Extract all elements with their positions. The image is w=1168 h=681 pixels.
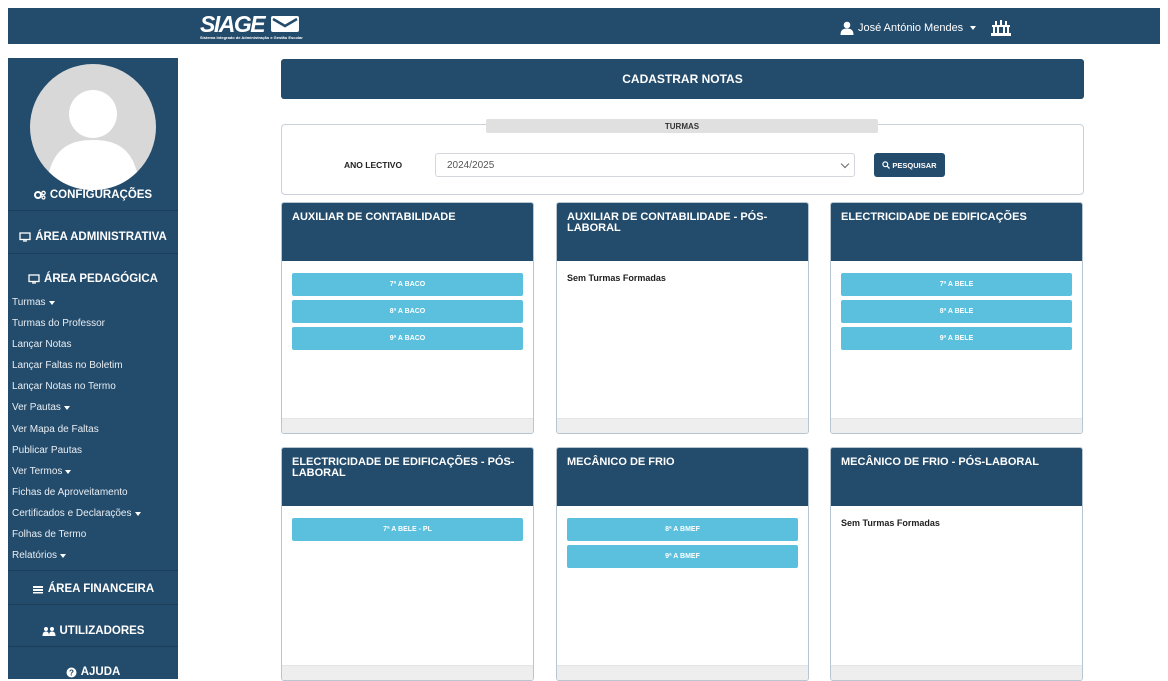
sidebar-link-publicar-pautas[interactable]: Publicar Pautas: [12, 445, 82, 456]
money-icon: [32, 586, 43, 594]
sidebar-heading-ajuda[interactable]: ? AJUDA: [8, 665, 178, 679]
sidebar-heading-configuracoes[interactable]: CONFIGURAÇÕES: [8, 188, 178, 202]
divider: [8, 646, 178, 647]
divider: [8, 604, 178, 605]
ano-lectivo-label: ANO LECTIVO: [344, 160, 403, 170]
course-card: ELECTRICIDADE DE EDIFICAÇÕES 7ª A BELE 8…: [830, 202, 1083, 434]
top-navbar: SIAGE Sistema Integrado de Administração…: [8, 8, 1160, 44]
divider: [8, 253, 178, 254]
chevron-down-icon: [60, 553, 67, 558]
sidebar-heading-pedagogica[interactable]: ÁREA PEDAGÓGICA: [8, 272, 178, 286]
sidebar-link-lancar-faltas-boletim[interactable]: Lançar Faltas no Boletim: [12, 360, 123, 371]
chevron-down-icon: [970, 26, 977, 30]
card-footer: [282, 418, 533, 433]
help-icon: ?: [66, 667, 77, 677]
turma-button[interactable]: 8ª A BACO: [292, 300, 523, 323]
user-name: José António Mendes: [858, 22, 964, 34]
sidebar-link-ver-pautas[interactable]: Ver Pautas: [12, 402, 70, 413]
sidebar: CONFIGURAÇÕES ÁREA ADMINISTRATIVA ÁREA P…: [8, 58, 178, 679]
course-title: MECÂNICO DE FRIO - PÓS-LABORAL: [831, 448, 1082, 506]
chevron-down-icon: [63, 405, 70, 410]
course-card: MECÂNICO DE FRIO 8ª A BMEF 9ª A BMEF: [556, 447, 809, 681]
sidebar-link-fichas-aproveitamento[interactable]: Fichas de Aproveitamento: [12, 487, 128, 498]
empty-turmas-text: Sem Turmas Formadas: [567, 273, 666, 283]
users-icon: [42, 627, 55, 636]
sidebar-heading-utilizadores[interactable]: UTILIZADORES: [8, 624, 178, 638]
turma-button[interactable]: 7ª A BELE - PL: [292, 518, 523, 541]
search-icon: [882, 161, 891, 169]
chevron-down-icon: [65, 469, 72, 474]
logo-text: SIAGE: [200, 11, 266, 37]
chevron-down-icon: [840, 159, 850, 169]
turma-button[interactable]: 9ª A BMEF: [567, 545, 798, 568]
card-footer: [557, 665, 808, 680]
monitor-icon: [28, 274, 40, 284]
school-icon[interactable]: [990, 19, 1012, 37]
turma-button[interactable]: 8ª A BMEF: [567, 518, 798, 541]
course-title: MECÂNICO DE FRIO: [557, 448, 808, 506]
mail-logo-icon: [271, 16, 299, 32]
sidebar-link-relatorios[interactable]: Relatórios: [12, 550, 67, 561]
card-footer: [557, 418, 808, 433]
turma-button[interactable]: 8ª A BELE: [841, 300, 1072, 323]
sidebar-link-mapa-faltas[interactable]: Ver Mapa de Faltas: [12, 424, 99, 435]
empty-turmas-text: Sem Turmas Formadas: [841, 518, 940, 528]
filter-section-label: TURMAS: [486, 119, 878, 133]
turma-button[interactable]: 9ª A BACO: [292, 327, 523, 350]
card-footer: [831, 418, 1082, 433]
course-card: AUXILIAR DE CONTABILIDADE 7ª A BACO 8ª A…: [281, 202, 534, 434]
card-footer: [282, 665, 533, 680]
sidebar-link-certificados[interactable]: Certificados e Declarações: [12, 508, 141, 519]
sidebar-link-turmas[interactable]: Turmas: [12, 297, 55, 308]
card-footer: [831, 665, 1082, 680]
sidebar-link-ver-termos[interactable]: Ver Termos: [12, 466, 72, 477]
filter-panel: TURMAS ANO LECTIVO 2024/2025 PESQUISAR: [281, 119, 1084, 195]
course-card: ELECTRICIDADE DE EDIFICAÇÕES - PÓS-LABOR…: [281, 447, 534, 681]
gears-icon: [33, 190, 46, 200]
turma-button[interactable]: 7ª A BELE: [841, 273, 1072, 296]
course-title: AUXILIAR DE CONTABILIDADE: [282, 203, 533, 261]
divider: [8, 570, 178, 571]
course-title: ELECTRICIDADE DE EDIFICAÇÕES - PÓS-LABOR…: [282, 448, 533, 506]
chevron-down-icon: [134, 511, 141, 516]
sidebar-link-lancar-notas-termo[interactable]: Lançar Notas no Termo: [12, 381, 116, 392]
logo-subtitle: Sistema Integrado de Administração e Ges…: [200, 35, 303, 40]
ano-lectivo-select[interactable]: 2024/2025: [435, 153, 855, 177]
sidebar-link-turmas-professor[interactable]: Turmas do Professor: [12, 318, 105, 329]
course-title: AUXILIAR DE CONTABILIDADE - PÓS-LABORAL: [557, 203, 808, 261]
turma-button[interactable]: 7ª A BACO: [292, 273, 523, 296]
sidebar-link-lancar-notas[interactable]: Lançar Notas: [12, 339, 71, 350]
sidebar-heading-financeira[interactable]: ÁREA FINANCEIRA: [8, 582, 178, 596]
avatar: [30, 64, 156, 190]
sidebar-heading-administrativa[interactable]: ÁREA ADMINISTRATIVA: [8, 230, 178, 244]
page-title: CADASTRAR NOTAS: [281, 59, 1084, 99]
course-card: AUXILIAR DE CONTABILIDADE - PÓS-LABORAL …: [556, 202, 809, 434]
course-title: ELECTRICIDADE DE EDIFICAÇÕES: [831, 203, 1082, 261]
svg-text:?: ?: [69, 668, 74, 677]
monitor-icon: [19, 232, 31, 242]
course-card: MECÂNICO DE FRIO - PÓS-LABORAL Sem Turma…: [830, 447, 1083, 681]
search-button[interactable]: PESQUISAR: [874, 153, 945, 177]
chevron-down-icon: [48, 300, 55, 305]
turma-button[interactable]: 9ª A BELE: [841, 327, 1072, 350]
user-menu[interactable]: José António Mendes: [840, 19, 1012, 37]
divider: [8, 210, 178, 211]
sidebar-link-folhas-termo[interactable]: Folhas de Termo: [12, 529, 86, 540]
user-icon: [840, 21, 854, 35]
